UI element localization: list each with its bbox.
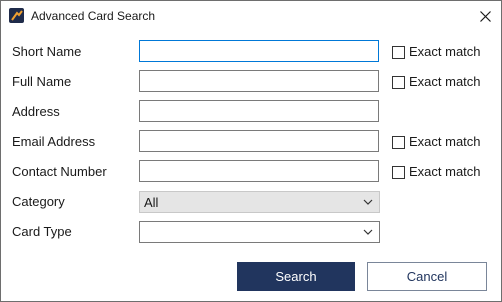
window-title: Advanced Card Search (31, 9, 156, 23)
advanced-card-search-dialog: Advanced Card Search Short Name Exact ma… (0, 0, 502, 302)
contact-number-label: Contact Number (12, 164, 107, 179)
category-select[interactable]: All (139, 191, 380, 213)
email-address-exact-match-label: Exact match (409, 134, 481, 149)
search-button[interactable]: Search (237, 262, 355, 291)
close-icon (479, 11, 491, 22)
full-name-label: Full Name (12, 74, 72, 89)
card-type-select[interactable] (139, 221, 380, 243)
title-bar: Advanced Card Search (1, 1, 501, 32)
short-name-label: Short Name (12, 44, 82, 59)
close-button[interactable] (469, 1, 501, 32)
short-name-exact-match-label: Exact match (409, 44, 481, 59)
cancel-button[interactable]: Cancel (367, 262, 487, 291)
chevron-down-icon (363, 229, 373, 235)
full-name-input[interactable] (139, 70, 379, 92)
chevron-down-icon (363, 199, 373, 205)
full-name-exact-match-checkbox[interactable] (392, 76, 405, 89)
contact-number-exact-match-label: Exact match (409, 164, 481, 179)
category-label: Category (12, 194, 65, 209)
email-address-label: Email Address (12, 134, 96, 149)
short-name-exact-match-checkbox[interactable] (392, 46, 405, 59)
short-name-input[interactable] (139, 40, 379, 62)
app-logo-icon (9, 8, 24, 23)
category-selected-value: All (144, 195, 159, 210)
address-label: Address (12, 104, 60, 119)
contact-number-exact-match-checkbox[interactable] (392, 166, 405, 179)
card-type-label: Card Type (12, 224, 72, 239)
contact-number-input[interactable] (139, 160, 379, 182)
address-input[interactable] (139, 100, 379, 122)
email-address-input[interactable] (139, 130, 379, 152)
email-address-exact-match-checkbox[interactable] (392, 136, 405, 149)
full-name-exact-match-label: Exact match (409, 74, 481, 89)
